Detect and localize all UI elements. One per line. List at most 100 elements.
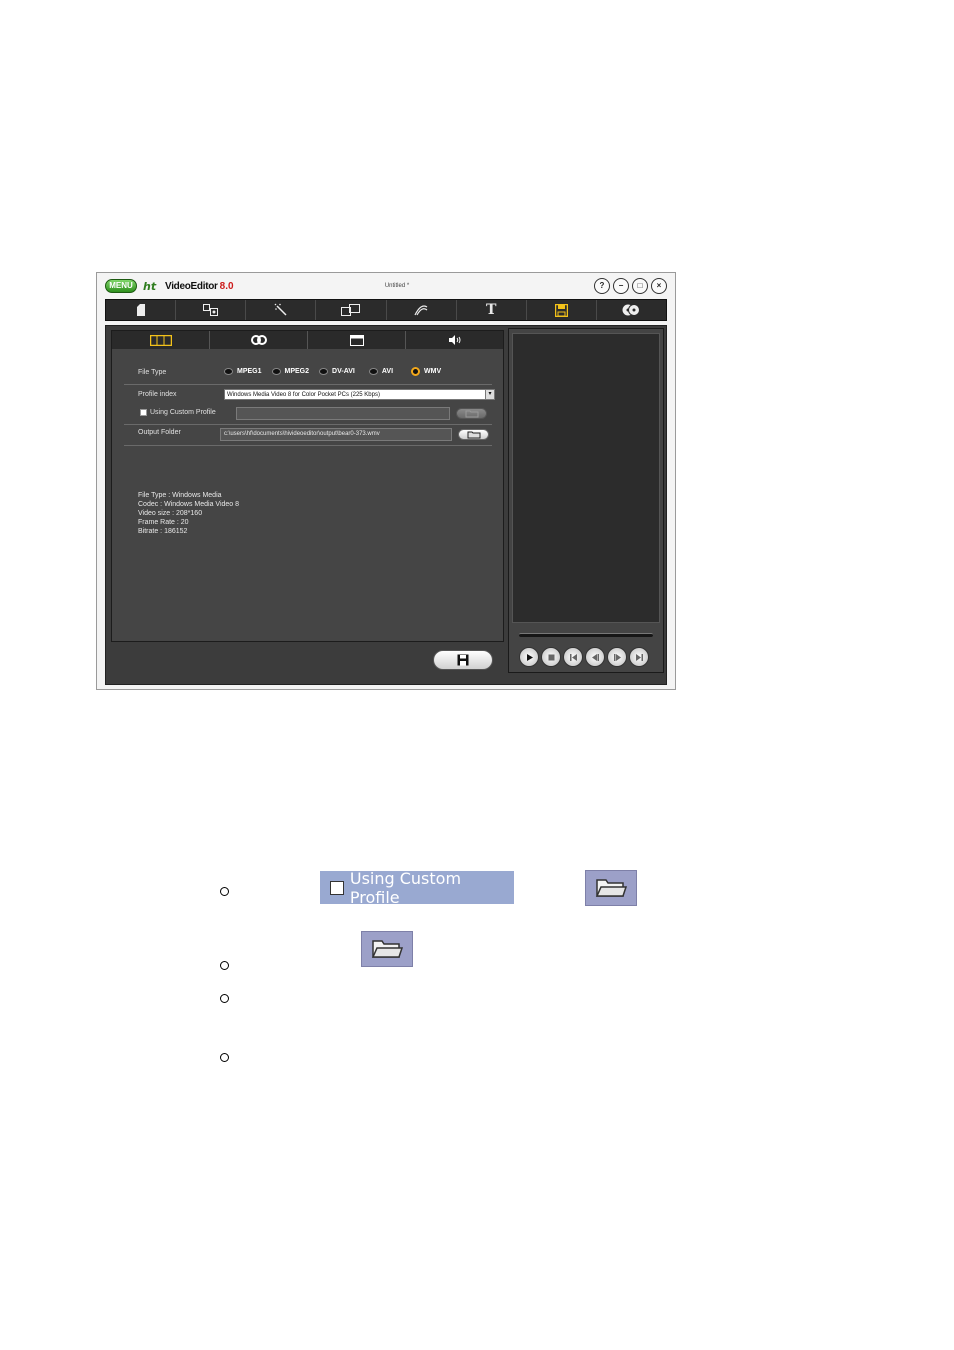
custom-profile-checkbox[interactable] xyxy=(140,409,147,416)
save-output-icon[interactable] xyxy=(527,300,597,320)
custom-profile-path[interactable] xyxy=(236,407,450,420)
document-title: Untitled * xyxy=(384,283,410,289)
skip-start-button[interactable] xyxy=(563,647,583,667)
folder-icon xyxy=(585,870,637,906)
play-icon xyxy=(526,653,533,661)
radio-mpeg1[interactable]: MPEG1 xyxy=(224,368,262,375)
folder-icon xyxy=(361,931,413,967)
radio-label: AVI xyxy=(381,368,394,375)
close-button[interactable]: × xyxy=(651,278,667,294)
speaker-icon xyxy=(448,335,460,345)
save-icon xyxy=(457,654,469,666)
radio-label: MPEG2 xyxy=(284,368,310,375)
radio-label: WMV xyxy=(424,368,442,375)
skip-end-button[interactable] xyxy=(629,647,649,667)
chevron-down-icon[interactable]: ▾ xyxy=(485,390,494,399)
title-bar: MENU ht VideoEditor 8.0 Untitled * ? − □… xyxy=(97,273,675,299)
stop-button[interactable] xyxy=(541,647,561,667)
bullet-marker xyxy=(220,1053,229,1062)
text-icon[interactable]: T xyxy=(457,300,527,320)
menu-button[interactable]: MENU xyxy=(105,279,137,293)
file-type-radio-group: MPEG1 MPEG2 DV-AVI AVI WMV xyxy=(224,367,441,376)
radio-dv-avi[interactable]: DV-AVI xyxy=(319,368,355,375)
audio-codec-tab[interactable] xyxy=(210,331,308,349)
info-video-size: Video size : 208*160 xyxy=(138,510,203,517)
help-button[interactable]: ? xyxy=(594,278,610,294)
folder-icon xyxy=(465,410,478,417)
radio-label: DV-AVI xyxy=(332,368,355,375)
stop-icon xyxy=(548,654,554,660)
custom-profile-browse-button[interactable] xyxy=(456,408,487,419)
window-icon xyxy=(349,334,364,346)
logo-version: 8.0 xyxy=(219,280,234,292)
divider xyxy=(124,424,492,425)
step-forward-button[interactable] xyxy=(607,647,627,667)
profile-index-select[interactable]: Windows Media Video 8 for Color Pocket P… xyxy=(224,389,495,400)
playback-controls xyxy=(519,647,649,667)
info-bitrate: Bitrate : 186152 xyxy=(138,528,188,535)
profile-index-label: Profile index xyxy=(138,391,177,398)
output-subtabs xyxy=(112,331,503,349)
transition-icon[interactable] xyxy=(316,300,387,320)
info-codec: Codec : Windows Media Video 8 xyxy=(138,501,240,508)
radio-label: MPEG1 xyxy=(237,368,262,375)
save-output-button[interactable] xyxy=(433,650,493,670)
filmstrip-icon xyxy=(149,334,172,346)
app-window: MENU ht VideoEditor 8.0 Untitled * ? − □… xyxy=(96,272,676,690)
radio-dot xyxy=(319,368,329,375)
skip-start-icon xyxy=(569,653,577,661)
output-folder-field[interactable]: c:\users\hf\documents\hivideoeditor\outp… xyxy=(220,428,452,441)
play-button[interactable] xyxy=(519,647,539,667)
radio-avi[interactable]: AVI xyxy=(368,368,394,375)
step-back-button[interactable] xyxy=(585,647,605,667)
bullet-marker xyxy=(220,994,229,1003)
divider xyxy=(124,384,492,385)
image-tab[interactable] xyxy=(308,331,406,349)
radio-dot xyxy=(224,368,233,375)
custom-profile-screenshot: Using Custom Profile xyxy=(320,868,514,907)
output-folder-browse-button[interactable] xyxy=(458,429,489,440)
logo-mark: ht xyxy=(143,279,157,293)
bullet-marker xyxy=(220,887,229,896)
media-icon[interactable] xyxy=(176,300,247,320)
output-settings-panel: File Type MPEG1 MPEG2 DV-AVI AVI WMV Pro… xyxy=(111,330,504,642)
rings-icon xyxy=(250,335,267,345)
radio-mpeg2[interactable]: MPEG2 xyxy=(271,368,310,375)
sound-tab[interactable] xyxy=(406,331,503,349)
radio-dot xyxy=(271,368,281,375)
radio-wmv[interactable]: WMV xyxy=(411,367,441,376)
divider xyxy=(124,445,492,446)
minimize-button[interactable]: − xyxy=(613,278,629,294)
workspace: File Type MPEG1 MPEG2 DV-AVI AVI WMV Pro… xyxy=(105,325,667,685)
profile-index-value: Windows Media Video 8 for Color Pocket P… xyxy=(227,392,380,398)
logo-name: VideoEditor xyxy=(165,280,218,292)
text-icon-label: T xyxy=(485,302,497,318)
radio-dot xyxy=(368,368,378,375)
file-icon[interactable] xyxy=(106,300,177,320)
video-format-tab[interactable] xyxy=(112,331,210,349)
custom-profile-image-label: Using Custom Profile xyxy=(349,868,462,907)
app-logo: ht VideoEditor 8.0 xyxy=(143,279,235,293)
bullet-marker xyxy=(220,961,229,970)
skip-end-icon xyxy=(635,653,643,661)
checkbox-icon xyxy=(330,880,344,895)
info-file-type: File Type : Windows Media xyxy=(138,492,222,499)
disc-burn-icon[interactable] xyxy=(597,300,666,320)
magic-wand-icon[interactable] xyxy=(246,300,317,320)
seek-bar[interactable] xyxy=(519,633,653,637)
step-forward-icon xyxy=(613,653,621,661)
custom-profile-row: Using Custom Profile xyxy=(140,409,216,416)
radio-dot-selected xyxy=(411,367,421,376)
window-controls: ? − □ × xyxy=(594,278,667,294)
effect-icon[interactable] xyxy=(387,300,457,320)
main-toolbar: T xyxy=(105,299,667,321)
info-frame-rate: Frame Rate : 20 xyxy=(138,519,189,526)
maximize-button[interactable]: □ xyxy=(632,278,648,294)
custom-profile-label: Using Custom Profile xyxy=(150,409,216,416)
output-folder-label: Output Folder xyxy=(138,429,181,436)
preview-screen xyxy=(512,333,660,623)
output-info: File Type : Windows Media Codec : Window… xyxy=(138,491,239,536)
folder-icon xyxy=(467,431,480,438)
file-type-label: File Type xyxy=(138,369,167,376)
step-back-icon xyxy=(591,653,599,661)
